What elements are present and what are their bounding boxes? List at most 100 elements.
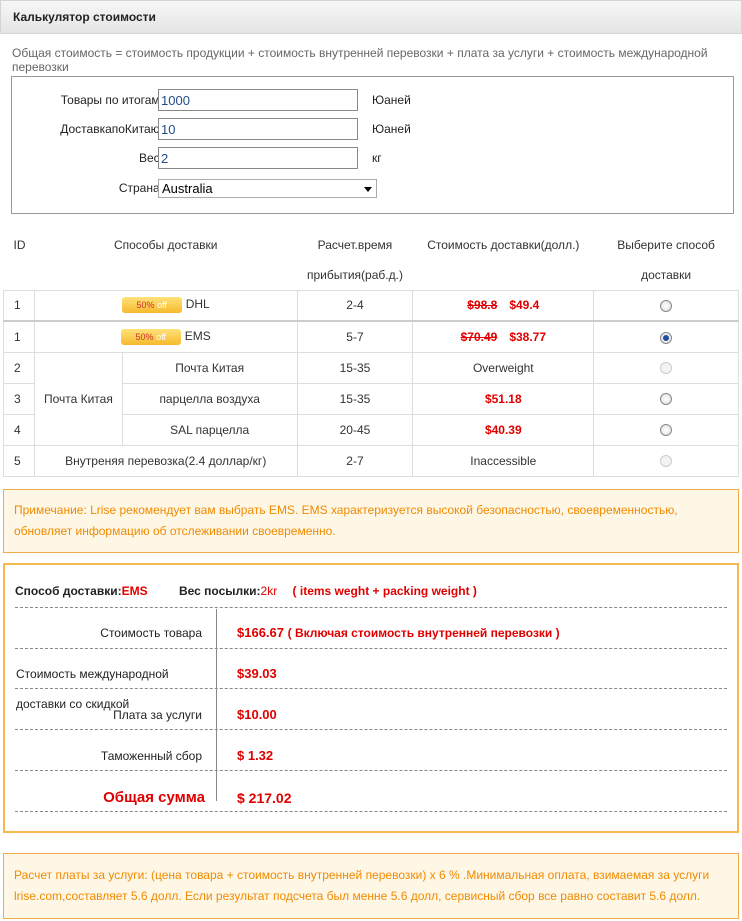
country-select[interactable]: Australia — [158, 179, 377, 198]
delivery-time: 15-35 — [296, 382, 414, 415]
goods-label: Товары по итогам: — [60, 93, 163, 107]
radio-china-post[interactable] — [660, 362, 673, 375]
table-row: 1 50% off EMS 5-7 $70.49 $38.77 — [3, 320, 739, 353]
delivery-time: 20-45 — [296, 413, 414, 446]
method-cell: 50% off DHL — [33, 289, 298, 322]
select-cell — [593, 351, 739, 384]
cost-cell: $51.18 — [412, 382, 595, 415]
service-fee-note: Расчет платы за услуги: (цена товара + с… — [3, 853, 739, 919]
table-row: 2 Почта Китая Почта Китая 15-35 Overweig… — [3, 351, 739, 446]
row-id: 2 — [3, 351, 35, 384]
table-header-row-2: прибытия(раб.д.) доставки — [4, 260, 739, 290]
old-price: $98.8 — [467, 298, 498, 313]
goods-input[interactable] — [158, 89, 358, 111]
col-header-method: Способы доставки — [34, 230, 297, 260]
col-header-select: Выберите способ — [593, 230, 739, 260]
goods-cost-value: $166.67 ( Включая стоимость внутренней п… — [237, 625, 560, 640]
delivery-input[interactable] — [158, 118, 358, 140]
col-header-time: Расчет.время — [297, 230, 413, 260]
select-cell — [593, 382, 739, 415]
total-label: Общая сумма — [103, 789, 205, 806]
discount-badge: 50% off — [121, 297, 182, 314]
customs-label: Таможенный сбор — [100, 749, 202, 763]
country-row: Страна: Australia — [12, 177, 733, 199]
customs-value: $ 1.32 — [237, 748, 274, 763]
delivery-row: ДоставкапоКитаю: Юаней — [12, 118, 733, 140]
divider — [216, 609, 217, 801]
radio-domestic[interactable] — [660, 455, 673, 468]
weight-note: ( items weght + packing weight ) — [292, 584, 477, 598]
cost-summary: Способ доставки:EMS Вес посылки:2kr ( it… — [3, 563, 739, 833]
method-name: SAL парцелла — [121, 413, 298, 446]
country-value: Australia — [162, 181, 213, 196]
weight-row: Вес: кг — [12, 147, 733, 169]
select-cell — [593, 413, 739, 446]
select-cell — [593, 320, 739, 353]
cost-cell: Inaccessible — [412, 444, 595, 477]
service-fee-label: Плата за услуги — [113, 708, 202, 722]
method-cell: 50% off EMS — [33, 320, 298, 353]
page-title: Калькулятор стоимости — [13, 10, 156, 24]
summary-weight: 2kr — [260, 584, 278, 598]
calculator-header: Калькулятор стоимости — [0, 0, 742, 34]
radio-air-parcel[interactable] — [660, 393, 673, 406]
calculator-form: Товары по итогам: Юаней ДоставкапоКитаю:… — [11, 76, 734, 214]
weight-unit: кг — [372, 151, 382, 165]
intl-cost-label: Стоимость международной — [16, 667, 169, 681]
total-value: $ 217.02 — [237, 790, 292, 806]
shipping-table: ID Способы доставки Расчет.время Стоимос… — [3, 230, 739, 477]
select-cell — [593, 289, 739, 322]
goods-cost-label: Стоимость товара — [100, 626, 202, 640]
col-header-cost: Стоимость доставки(долл.) — [412, 230, 594, 260]
cost-cell: $40.39 — [412, 413, 595, 446]
row-id: 5 — [3, 444, 35, 477]
weight-input[interactable] — [158, 147, 358, 169]
table-header-row: ID Способы доставки Расчет.время Стоимос… — [3, 230, 739, 260]
summary-method: EMS — [121, 584, 148, 598]
delivery-time: 15-35 — [296, 351, 414, 384]
cost-cell: Overweight — [412, 351, 595, 384]
discount-badge: 50% off — [120, 328, 181, 345]
cost-cell: $70.49 $38.77 — [412, 320, 595, 353]
divider — [15, 811, 727, 812]
method-name: Почта Китая — [121, 351, 298, 384]
method-name: EMS — [184, 328, 211, 343]
service-fee-value: $10.00 — [237, 707, 277, 722]
table-row: 1 50% off DHL 2-4 $98.8 $49.4 — [3, 289, 739, 322]
delivery-label: ДоставкапоКитаю: — [60, 122, 163, 136]
group-cell: Почта Китая — [33, 351, 123, 446]
new-price: $38.77 — [509, 329, 547, 344]
goods-row: Товары по итогам: Юаней — [12, 89, 733, 111]
cost-cell: $98.8 $49.4 — [412, 289, 595, 322]
col-header-time-2: прибытия(раб.д.) — [306, 267, 403, 282]
radio-sal-parcel[interactable] — [660, 424, 673, 437]
delivery-time: 2-4 — [296, 289, 414, 322]
table-row: 5 Внутреняя перевозка(2.4 доллар/кг) 2-7… — [3, 444, 739, 477]
radio-dhl[interactable] — [660, 300, 673, 313]
divider — [15, 770, 727, 771]
divider — [15, 729, 727, 730]
new-price: $49.4 — [509, 298, 540, 313]
goods-unit: Юаней — [372, 93, 411, 107]
divider — [15, 688, 727, 689]
method-name: парцелла воздуха — [121, 382, 298, 415]
row-id: 3 — [3, 382, 35, 415]
old-price: $70.49 — [460, 329, 498, 344]
chevron-down-icon — [364, 187, 372, 192]
recommendation-note: Примечание: Lrise рекомендует вам выбрат… — [3, 489, 739, 553]
radio-ems[interactable] — [660, 331, 673, 344]
row-id: 1 — [3, 289, 35, 322]
delivery-time: 2-7 — [296, 444, 414, 477]
intl-cost-value: $39.03 — [237, 666, 277, 681]
col-header-id: ID — [3, 230, 35, 260]
country-label: Страна: — [118, 181, 163, 195]
summary-header: Способ доставки:EMS Вес посылки:2kr ( it… — [15, 584, 477, 598]
divider — [15, 648, 727, 649]
delivery-time: 5-7 — [296, 320, 414, 353]
method-name: DHL — [185, 297, 210, 312]
select-cell — [593, 444, 739, 477]
divider — [15, 607, 727, 608]
delivery-unit: Юаней — [372, 122, 411, 136]
method-name: Внутреняя перевозка(2.4 доллар/кг) — [33, 444, 298, 477]
row-id: 4 — [3, 413, 35, 446]
